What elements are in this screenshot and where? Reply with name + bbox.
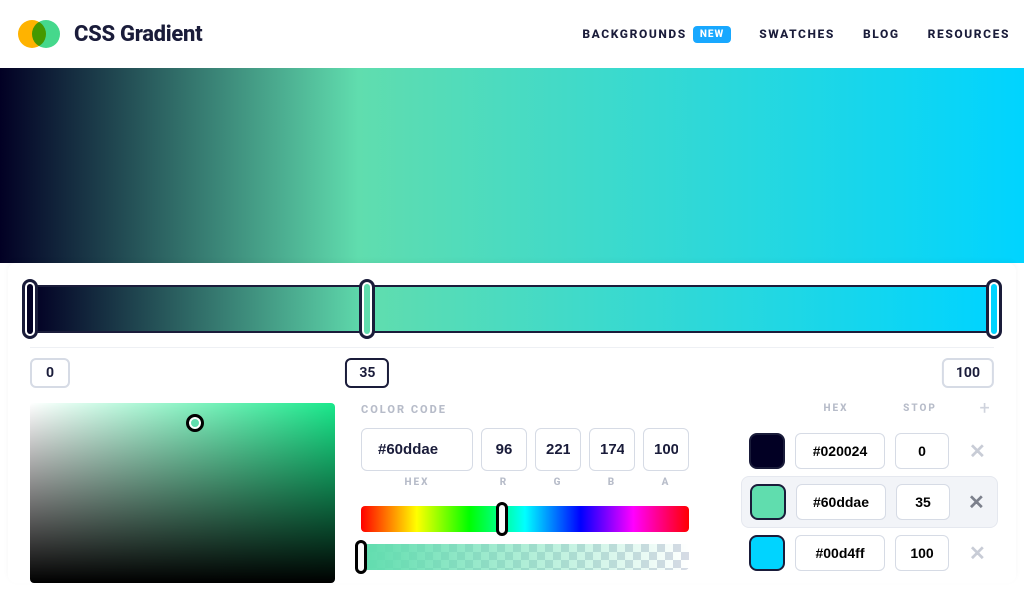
logo-icon — [18, 20, 60, 48]
satval-handle[interactable] — [186, 414, 204, 432]
r-input[interactable] — [481, 428, 527, 471]
a-label: A — [643, 477, 689, 488]
site-header: CSS Gradient BACKGROUNDS NEW SWATCHES BL… — [0, 0, 1024, 68]
slider-handle[interactable] — [22, 279, 38, 339]
alpha-slider[interactable] — [361, 544, 689, 570]
color-picker — [30, 403, 335, 583]
stops-header-hex: HEX — [791, 403, 881, 414]
stop-swatch[interactable] — [750, 484, 786, 520]
slider-handle[interactable] — [359, 279, 375, 339]
hex-label: HEX — [361, 477, 473, 488]
stop-pos-input[interactable] — [896, 484, 950, 520]
nav-resources[interactable]: RESOURCES — [928, 27, 1010, 41]
hex-input[interactable] — [361, 428, 473, 471]
nav-blog[interactable]: BLOG — [863, 27, 900, 41]
color-code-heading: COLOR CODE — [361, 403, 689, 416]
stop-hex-input[interactable] — [795, 433, 885, 469]
stop-position-input[interactable]: 35 — [345, 358, 389, 388]
stop-pos-input[interactable] — [895, 535, 949, 571]
slider-handle[interactable] — [986, 279, 1002, 339]
stops-header: HEX STOP + — [741, 403, 998, 414]
satval-area[interactable] — [30, 403, 335, 583]
color-code-section: COLOR CODE HEX R G B A — [361, 403, 689, 583]
editor-lower: COLOR CODE HEX R G B A — [30, 403, 994, 583]
g-label: G — [535, 477, 581, 488]
stop-position-row: 0 35 100 — [30, 347, 994, 385]
stop-hex-input[interactable] — [795, 535, 885, 571]
gradient-slider[interactable] — [30, 285, 994, 333]
remove-stop-icon[interactable]: ✕ — [961, 433, 994, 469]
primary-nav: BACKGROUNDS NEW SWATCHES BLOG RESOURCES — [582, 26, 1010, 43]
nav-backgrounds[interactable]: BACKGROUNDS NEW — [582, 26, 731, 43]
alpha-handle[interactable] — [355, 540, 367, 574]
stops-header-stop: STOP — [891, 403, 949, 414]
r-label: R — [481, 477, 527, 488]
remove-stop-icon[interactable]: ✕ — [960, 484, 993, 520]
stop-swatch[interactable] — [749, 433, 785, 469]
editor-panel: 0 35 100 COLOR CODE HEX R G B A — [8, 263, 1016, 583]
stop-row[interactable]: ✕ — [741, 528, 998, 578]
a-input[interactable] — [643, 428, 689, 471]
b-label: B — [589, 477, 635, 488]
stop-position-input[interactable]: 0 — [30, 358, 70, 388]
stop-swatch[interactable] — [749, 535, 785, 571]
hue-slider[interactable] — [361, 506, 689, 532]
slider-track — [30, 285, 994, 333]
b-input[interactable] — [589, 428, 635, 471]
gradient-preview — [0, 68, 1024, 263]
badge-new: NEW — [693, 26, 731, 43]
remove-stop-icon[interactable]: ✕ — [961, 535, 994, 571]
hue-handle[interactable] — [496, 502, 508, 536]
stop-position-input[interactable]: 100 — [942, 358, 994, 388]
stop-hex-input[interactable] — [796, 484, 886, 520]
stop-pos-input[interactable] — [895, 433, 949, 469]
nav-backgrounds-label: BACKGROUNDS — [582, 27, 686, 41]
brand-title: CSS Gradient — [74, 22, 202, 47]
stop-row[interactable]: ✕ — [741, 426, 998, 476]
g-input[interactable] — [535, 428, 581, 471]
stop-row[interactable]: ✕ — [741, 476, 998, 528]
add-stop-icon[interactable]: + — [980, 404, 994, 414]
nav-swatches[interactable]: SWATCHES — [759, 27, 835, 41]
stops-list: HEX STOP + ✕ ✕ ✕ — [741, 403, 998, 583]
